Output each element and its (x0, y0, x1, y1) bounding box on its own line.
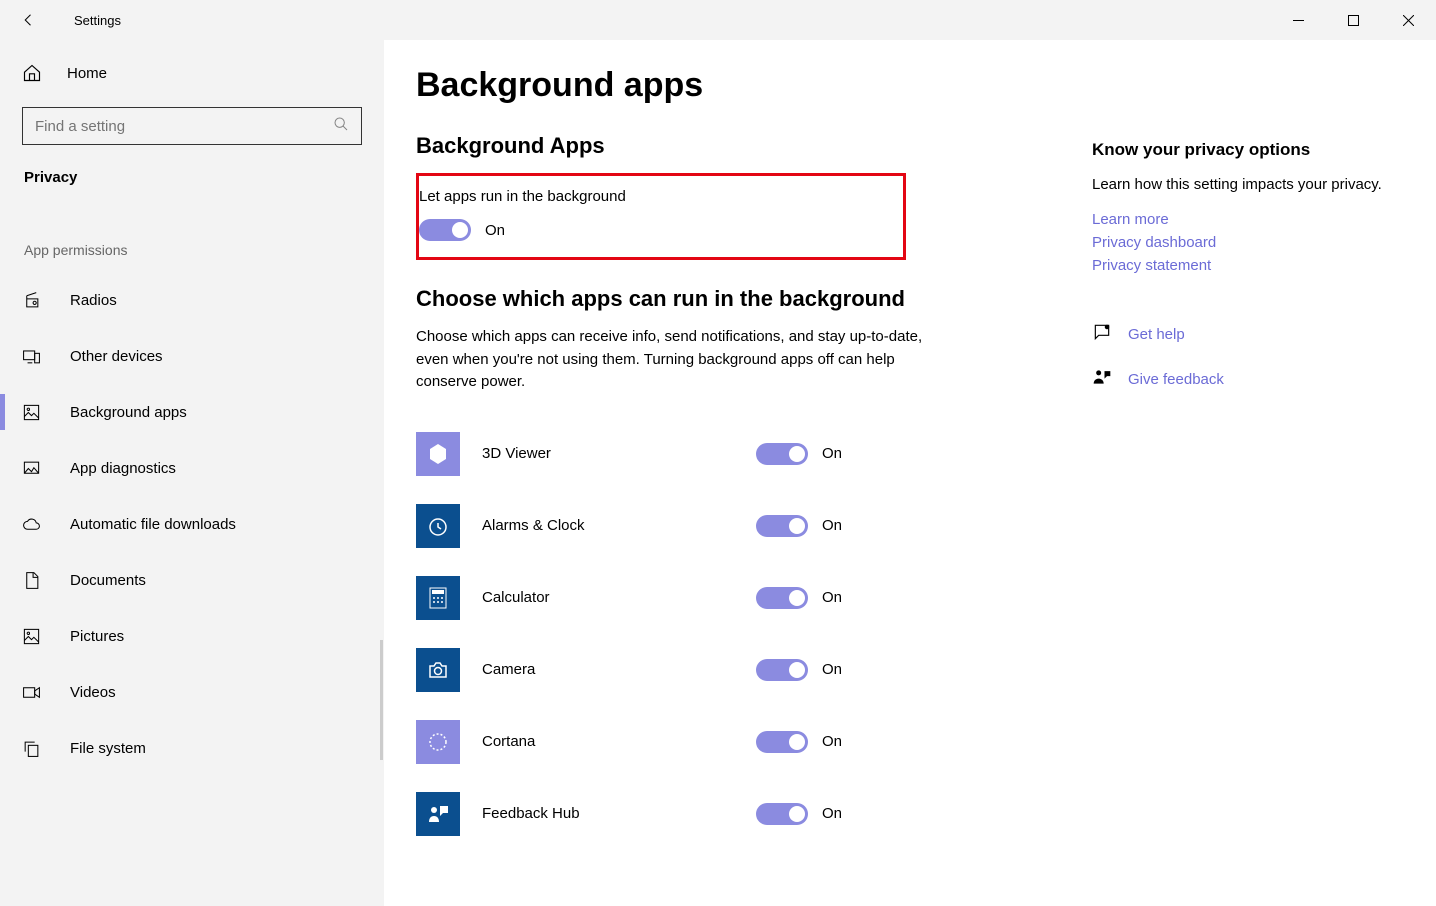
window-title: Settings (74, 13, 121, 28)
sidebar-section-label: App permissions (0, 198, 384, 272)
app-icon (416, 648, 460, 692)
scrollbar[interactable] (380, 640, 383, 760)
app-name: Alarms & Clock (482, 517, 756, 534)
devices-icon (22, 347, 48, 366)
diagnostics-icon (22, 459, 48, 478)
app-toggle-state: On (822, 661, 842, 678)
search-input[interactable] (22, 107, 362, 145)
sidebar-item-background-apps[interactable]: Background apps (0, 384, 384, 440)
nav-item-label: Videos (70, 684, 116, 701)
copy-icon (22, 739, 48, 758)
nav-item-label: Other devices (70, 348, 163, 365)
app-toggle[interactable] (756, 515, 808, 537)
maximize-button[interactable] (1326, 0, 1381, 40)
picture-icon (22, 627, 48, 646)
nav-item-label: Pictures (70, 628, 124, 645)
app-toggle-state: On (822, 517, 842, 534)
app-row: Camera On (416, 634, 1036, 706)
feedback-icon (1092, 367, 1112, 392)
help-link[interactable]: Privacy statement (1092, 257, 1382, 274)
highlighted-master-toggle-box: Let apps run in the background On (416, 173, 906, 260)
help-link[interactable]: Learn more (1092, 211, 1382, 228)
app-row: Cortana On (416, 706, 1036, 778)
close-button[interactable] (1381, 0, 1436, 40)
sidebar-item-other-devices[interactable]: Other devices (0, 328, 384, 384)
app-name: Cortana (482, 733, 756, 750)
app-toggle[interactable] (756, 659, 808, 681)
sidebar-item-app-diagnostics[interactable]: App diagnostics (0, 440, 384, 496)
sidebar-item-automatic-file-downloads[interactable]: Automatic file downloads (0, 496, 384, 552)
nav-item-label: Documents (70, 572, 146, 589)
sidebar-item-documents[interactable]: Documents (0, 552, 384, 608)
nav-item-label: Background apps (70, 404, 187, 421)
app-name: Calculator (482, 589, 756, 606)
home-icon (22, 63, 42, 83)
radio-icon (22, 291, 48, 310)
cloud-icon (22, 515, 48, 534)
home-button[interactable]: Home (0, 45, 384, 101)
app-icon (416, 720, 460, 764)
main-content: Background apps Background Apps Let apps… (384, 40, 1436, 906)
document-icon (22, 571, 48, 590)
app-icon (416, 576, 460, 620)
minimize-button[interactable] (1271, 0, 1326, 40)
app-icon (416, 792, 460, 836)
section-description: Choose which apps can receive info, send… (416, 326, 956, 394)
master-toggle-label: Let apps run in the background (419, 188, 891, 205)
app-icon (416, 432, 460, 476)
app-toggle[interactable] (756, 731, 808, 753)
master-toggle[interactable] (419, 219, 471, 241)
sidebar-item-pictures[interactable]: Pictures (0, 608, 384, 664)
sidebar-item-videos[interactable]: Videos (0, 664, 384, 720)
sidebar-category: Privacy (0, 151, 384, 198)
video-icon (22, 683, 48, 702)
app-name: Feedback Hub (482, 805, 756, 822)
app-icon (416, 504, 460, 548)
app-toggle[interactable] (756, 803, 808, 825)
help-title: Know your privacy options (1092, 140, 1382, 160)
window-controls (1271, 0, 1436, 40)
background-icon (22, 403, 48, 422)
nav-item-label: File system (70, 740, 146, 757)
back-button[interactable] (14, 11, 44, 29)
app-toggle-state: On (822, 445, 842, 462)
app-toggle[interactable] (756, 587, 808, 609)
app-toggle-state: On (822, 733, 842, 750)
nav-item-label: App diagnostics (70, 460, 176, 477)
app-name: 3D Viewer (482, 445, 756, 462)
sidebar-item-file-system[interactable]: File system (0, 720, 384, 776)
page-title: Background apps (416, 66, 1036, 105)
app-toggle-state: On (822, 805, 842, 822)
get-help-link[interactable]: Get help (1128, 326, 1185, 343)
app-toggle[interactable] (756, 443, 808, 465)
chat-icon (1092, 322, 1112, 347)
section-heading-bgapps: Background Apps (416, 133, 1036, 159)
app-row: 3D Viewer On (416, 418, 1036, 490)
search-field[interactable] (35, 118, 333, 135)
app-row: Alarms & Clock On (416, 490, 1036, 562)
help-panel: Know your privacy options Learn how this… (1092, 140, 1382, 412)
home-label: Home (67, 65, 107, 82)
titlebar: Settings (0, 0, 1436, 40)
give-feedback-link[interactable]: Give feedback (1128, 371, 1224, 388)
app-row: Calculator On (416, 562, 1036, 634)
search-icon (333, 116, 349, 137)
sidebar: Home Privacy App permissions Radios Other… (0, 40, 384, 906)
master-toggle-state: On (485, 222, 505, 239)
section-heading-choose: Choose which apps can run in the backgro… (416, 286, 1036, 312)
help-link[interactable]: Privacy dashboard (1092, 234, 1382, 251)
nav-item-label: Automatic file downloads (70, 516, 236, 533)
sidebar-item-radios[interactable]: Radios (0, 272, 384, 328)
app-row: Feedback Hub On (416, 778, 1036, 850)
help-subtitle: Learn how this setting impacts your priv… (1092, 174, 1382, 197)
app-toggle-state: On (822, 589, 842, 606)
nav-item-label: Radios (70, 292, 117, 309)
app-name: Camera (482, 661, 756, 678)
